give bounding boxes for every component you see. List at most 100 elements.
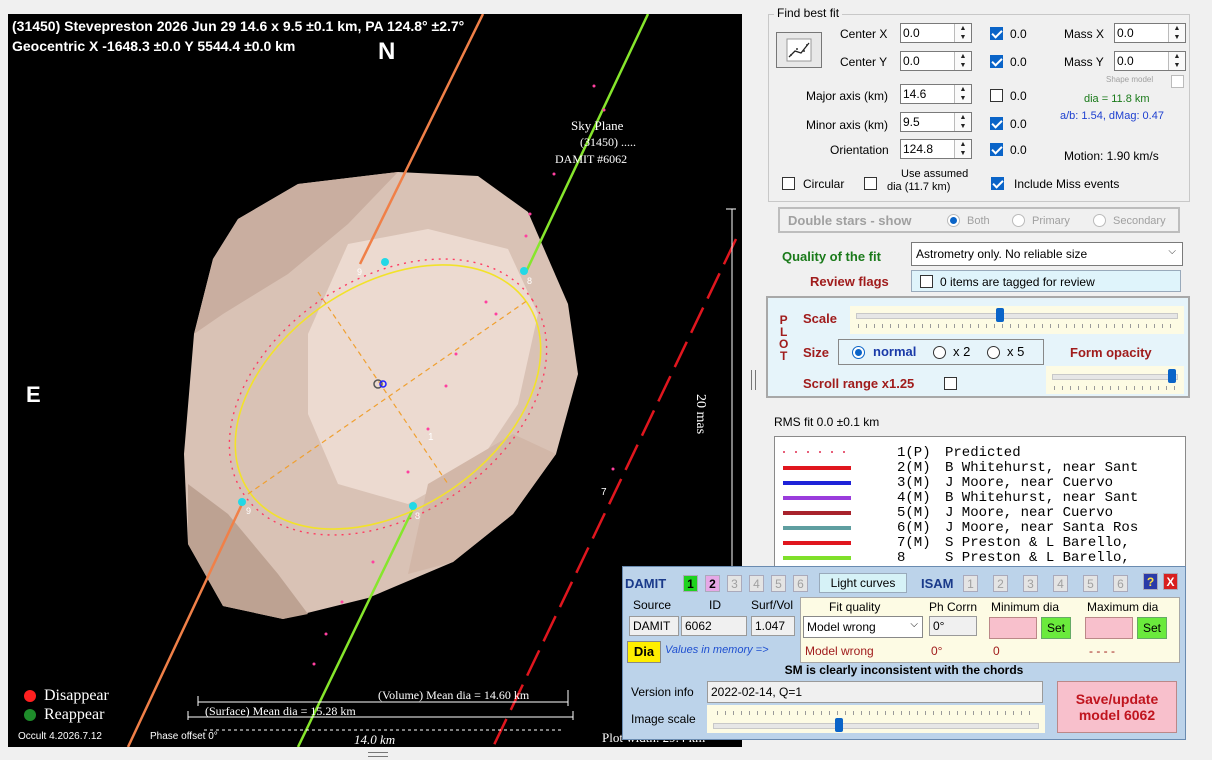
event-dot [381,258,389,266]
orientation-input[interactable]: 124.8 ▲ ▼ [900,139,972,159]
light-curves-button[interactable]: Light curves [819,573,907,593]
size-x2-label: x 2 [953,344,971,359]
secondary-label: Secondary [1113,215,1166,227]
size-x2-radio[interactable] [933,346,946,359]
mass-y-input[interactable]: 0.0 ▲ ▼ [1114,51,1186,71]
mass-x-label: Mass X [1064,27,1105,41]
shape-model-checkbox[interactable] [1171,75,1184,88]
size-label: Size [803,345,830,360]
legend-number: 3(M) [897,475,931,491]
image-scale-slider-thumb[interactable] [835,718,843,732]
mass-x-input[interactable]: 0.0 ▲ ▼ [1114,23,1186,43]
legend-line-swatch [783,496,851,500]
damit-window: DAMIT 1 2 3 4 5 6 Light curves ISAM 1 2 … [622,566,1186,740]
damit-model-5[interactable]: 5 [771,575,786,592]
orientation-checkbox[interactable] [990,143,1003,156]
spinner-arrows-icon[interactable]: ▲ ▼ [954,24,971,42]
spinner-arrows-icon[interactable]: ▲ ▼ [954,52,971,70]
version-info-field[interactable]: 2022-02-14, Q=1 [707,681,1043,703]
isam-model-3[interactable]: 3 [1023,575,1038,592]
isam-model-4[interactable]: 4 [1053,575,1068,592]
damit-model-1[interactable]: 1 [683,575,698,592]
maximum-dia-memory: - - - - [1089,644,1115,658]
size-normal-radio[interactable] [852,346,865,359]
save-update-model-button[interactable]: Save/update model 6062 [1057,681,1177,733]
center-x-input[interactable]: 0.0 ▲ ▼ [900,23,972,43]
fit-quality-dropdown[interactable]: Model wrong ⌵ [803,616,923,638]
spinner-arrows-icon[interactable]: ▲ ▼ [954,140,971,158]
version-label: Occult 4.2026.7.12 [18,731,102,742]
form-opacity-slider-thumb[interactable] [1167,369,1176,383]
isam-model-2[interactable]: 2 [993,575,1008,592]
fit-button[interactable] [776,32,822,68]
damit-model-4[interactable]: 4 [749,575,764,592]
phase-offset-label: Phase offset 0° [150,731,218,742]
dia-button[interactable]: Dia [627,641,661,663]
scale-slider[interactable] [850,306,1184,334]
ph-corrn-field[interactable]: 0° [929,616,977,636]
minimum-dia-field[interactable] [989,617,1037,639]
source-field: DAMIT [629,616,679,636]
major-axis-label: Major axis (km) [806,89,889,103]
major-axis-uncertainty: 0.0 [1010,89,1027,103]
legend-row: 5(M) J Moore, near Cuervo [775,505,1185,521]
scroll-range-checkbox[interactable] [944,377,957,390]
damit-model-6[interactable]: 6 [793,575,808,592]
primary-radio[interactable] [1012,214,1025,227]
isam-model-5[interactable]: 5 [1083,575,1098,592]
both-radio[interactable] [947,214,960,227]
close-icon[interactable]: X [1163,573,1178,590]
major-axis-input[interactable]: 14.6 ▲ ▼ [900,84,972,104]
minor-axis-checkbox[interactable] [990,117,1003,130]
chevron-down-icon: ⌵ [910,619,918,630]
spinner-arrows-icon[interactable]: ▲ ▼ [1168,52,1185,70]
size-x5-radio[interactable] [987,346,1000,359]
legend-line-swatch [783,541,851,545]
help-icon[interactable]: ? [1143,573,1158,590]
legend-observer: B Whitehurst, near Sant [945,460,1139,476]
include-miss-checkbox[interactable] [991,177,1004,190]
damit-model-3[interactable]: 3 [727,575,742,592]
secondary-radio[interactable] [1093,214,1106,227]
minimum-set-button[interactable]: Set [1041,617,1071,639]
disappear-dot [24,690,36,702]
center-y-input[interactable]: 0.0 ▲ ▼ [900,51,972,71]
event-dot [409,502,417,510]
spinner-arrows-icon[interactable]: ▲ ▼ [954,85,971,103]
scale-slider-thumb[interactable] [996,308,1005,322]
spinner-arrows-icon[interactable]: ▲ ▼ [954,113,971,131]
review-flags-checkbox[interactable] [920,275,933,288]
center-x-checkbox[interactable] [990,27,1003,40]
center-y-checkbox[interactable] [990,55,1003,68]
observer-legend[interactable]: 1(P) Predicted 2(M) B Whitehurst, near Sant… [774,436,1186,570]
splitter-handle[interactable] [751,370,756,390]
image-scale-slider[interactable] [707,705,1045,733]
plot-title: (31450) Stevepreston 2026 Jun 29 14.6 x … [12,18,465,34]
use-assumed-checkbox[interactable] [864,177,877,190]
both-label: Both [967,215,990,227]
surf-vol-field: 1.047 [751,616,795,636]
form-opacity-slider[interactable] [1046,366,1184,394]
isam-model-1[interactable]: 1 [963,575,978,592]
sky-plane-id: (31450) ..... [580,135,636,149]
isam-model-6[interactable]: 6 [1113,575,1128,592]
chord-label: 1 [428,432,434,443]
isam-title: ISAM [921,576,954,591]
chord-label: 8 [527,276,533,286]
quality-dropdown[interactable]: Astrometry only. No reliable size ⌵ [911,242,1183,266]
review-flags-box[interactable]: 0 items are tagged for review [911,270,1181,292]
major-axis-checkbox[interactable] [990,89,1003,102]
sky-plane-label: Sky Plane [571,118,624,133]
review-flags-label: Review flags [810,274,889,289]
scroll-range-label: Scroll range x1.25 [803,376,915,391]
center-y-label: Center Y [840,55,888,69]
circular-label: Circular [803,177,845,191]
spinner-arrows-icon[interactable]: ▲ ▼ [1168,24,1185,42]
damit-model-2[interactable]: 2 [705,575,720,592]
circular-checkbox[interactable] [782,177,795,190]
legend-line-swatch [783,466,851,470]
maximum-dia-field[interactable] [1085,617,1133,639]
bottom-splitter-handle[interactable] [368,752,388,757]
minor-axis-input[interactable]: 9.5 ▲ ▼ [900,112,972,132]
maximum-set-button[interactable]: Set [1137,617,1167,639]
